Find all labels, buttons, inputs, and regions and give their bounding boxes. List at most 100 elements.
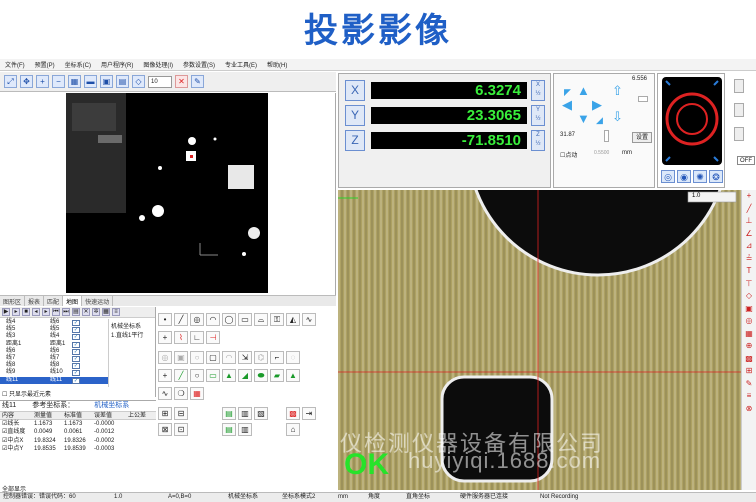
- s-grid4-icon[interactable]: ⊡: [174, 423, 188, 436]
- checkbox[interactable]: ✓: [72, 341, 80, 348]
- checkbox[interactable]: ✓: [72, 348, 80, 355]
- tab-report[interactable]: 报表: [25, 296, 45, 306]
- axis-z-half-button[interactable]: Z½: [531, 130, 545, 151]
- table-icon[interactable]: ▦: [102, 308, 110, 316]
- move-icon[interactable]: ✥: [20, 75, 33, 88]
- z-down-icon[interactable]: ⇩: [612, 110, 623, 123]
- curve-tool-icon[interactable]: ∿: [302, 313, 316, 326]
- g-rect-icon[interactable]: ▭: [206, 369, 220, 382]
- v-tool-icon[interactable]: ⊿: [742, 240, 756, 253]
- l-tool-icon[interactable]: ∟: [190, 331, 204, 344]
- axis-y-half-button[interactable]: Y½: [531, 105, 545, 126]
- tab-graphics[interactable]: 图形区: [0, 296, 26, 306]
- g-angle-icon[interactable]: ◢: [238, 369, 252, 382]
- speed-slider[interactable]: [638, 96, 648, 102]
- z-slider[interactable]: [604, 130, 609, 142]
- v-tool-icon[interactable]: T: [742, 265, 756, 278]
- open-icon[interactable]: ▤: [116, 75, 129, 88]
- pdf-icon[interactable]: ▥: [238, 423, 252, 436]
- menu-file[interactable]: 文件(F): [5, 60, 25, 69]
- light-slider-mid[interactable]: [734, 103, 744, 117]
- arrow-down-icon[interactable]: ▼: [577, 112, 590, 125]
- wrench-icon[interactable]: ✲: [92, 308, 100, 316]
- list-item[interactable]: 线6 线6 ✓: [0, 348, 108, 355]
- axis-z-zero-button[interactable]: Z: [345, 130, 365, 151]
- v-tool-icon[interactable]: ∠: [742, 228, 756, 241]
- table-export-icon[interactable]: ▤: [222, 423, 236, 436]
- menu-help[interactable]: 帮助(H): [267, 60, 287, 69]
- step-icon[interactable]: ▸: [12, 308, 20, 316]
- s-curve-icon[interactable]: ∿: [158, 387, 172, 400]
- checkbox[interactable]: ✓: [72, 377, 80, 384]
- light-slider-low[interactable]: [734, 127, 744, 141]
- g-tri-icon[interactable]: ▲: [286, 369, 300, 382]
- tab-match[interactable]: 匹配: [44, 296, 64, 306]
- copy-icon[interactable]: ▤: [72, 308, 80, 316]
- zoom-in-icon[interactable]: +: [36, 75, 49, 88]
- next-icon[interactable]: ▸: [42, 308, 50, 316]
- box-fit-icon[interactable]: ▣: [174, 351, 188, 364]
- excel-icon[interactable]: ▤: [222, 407, 236, 420]
- g-point-icon[interactable]: +: [158, 369, 172, 382]
- dist-fit-icon[interactable]: ⇲: [238, 351, 252, 364]
- z-up-icon[interactable]: ⇧: [612, 84, 623, 97]
- v-tool-icon[interactable]: ⊤: [742, 278, 756, 291]
- prev-icon[interactable]: ◂: [32, 308, 40, 316]
- slot-tool-icon[interactable]: ⌓: [254, 313, 268, 326]
- s-blob-icon[interactable]: ❍: [174, 387, 188, 400]
- v-tool-icon[interactable]: +: [742, 190, 756, 203]
- fit-icon[interactable]: ⤢: [4, 75, 17, 88]
- arrow-up-icon[interactable]: ▲: [577, 84, 590, 97]
- s-grid1-icon[interactable]: ⊞: [158, 407, 172, 420]
- s-report-icon[interactable]: ▦: [190, 387, 204, 400]
- menu-image[interactable]: 图像处理(I): [143, 60, 173, 69]
- ring-sector-icon[interactable]: ✺: [693, 170, 707, 183]
- round-fit-icon[interactable]: ○: [190, 351, 204, 364]
- save-icon[interactable]: ▣: [100, 75, 113, 88]
- list-item[interactable]: 线3 线4 ✓: [0, 333, 108, 341]
- s-grid2-icon[interactable]: ⊟: [174, 407, 188, 420]
- last-icon[interactable]: ⏭: [62, 308, 70, 316]
- checkbox[interactable]: ✓: [72, 334, 80, 341]
- list-item[interactable]: 线9 线10 ✓: [0, 369, 108, 377]
- export-icon[interactable]: ⇥: [302, 407, 316, 420]
- line-tool-icon[interactable]: ╱: [174, 313, 188, 326]
- only-nearest-checkbox[interactable]: ☐ 只显示最近元素: [2, 389, 51, 398]
- table-row[interactable]: ☑线长 1.1673 1.1673 -0.0000: [0, 420, 156, 429]
- arrow-left-icon[interactable]: ◀: [562, 98, 572, 111]
- close-icon[interactable]: ✕: [175, 75, 188, 88]
- rect-fit-icon[interactable]: ▢: [206, 351, 220, 364]
- arrow-ul-icon[interactable]: ◤: [564, 86, 571, 99]
- ruler-icon[interactable]: ▬: [84, 75, 97, 88]
- arc-tool-icon[interactable]: ◠: [206, 313, 220, 326]
- table-row[interactable]: ☑直线度 0.0049 0.0061 -0.0012: [0, 428, 156, 437]
- v-tool-icon[interactable]: ⊞: [742, 365, 756, 378]
- v-tool-icon[interactable]: ◎: [742, 315, 756, 328]
- print-icon[interactable]: ▧: [254, 407, 268, 420]
- list-icon[interactable]: ≡: [112, 308, 120, 316]
- lens-zoom-select[interactable]: 1.0: [692, 193, 700, 199]
- ring-quad-icon[interactable]: ❂: [709, 170, 723, 183]
- arrow-dr-icon[interactable]: ◢: [596, 114, 603, 127]
- grid-icon[interactable]: ▦: [68, 75, 81, 88]
- setup-button[interactable]: 设置: [632, 132, 652, 143]
- ring-light-view[interactable]: [662, 77, 722, 165]
- camera-view[interactable]: 1.0 OK 广东厚仪检测仪器设备有限公司 huyiyiqi.1688.com: [338, 190, 741, 490]
- ring-inner-icon[interactable]: ◉: [677, 170, 691, 183]
- v-tool-icon[interactable]: ▦: [742, 328, 756, 341]
- erase-icon[interactable]: ◇: [132, 75, 145, 88]
- table-row[interactable]: ☑中点Y 19.8535 19.8539 -0.0003: [0, 445, 156, 454]
- angle-tool-icon[interactable]: ◭: [286, 313, 300, 326]
- height-tool-icon[interactable]: ⊣: [206, 331, 220, 344]
- menu-preset[interactable]: 预置(P): [35, 60, 55, 69]
- angle-fit-icon[interactable]: ⌬: [254, 351, 268, 364]
- menu-params[interactable]: 参数设置(S): [183, 60, 215, 69]
- tab-quickmove[interactable]: 快速运动: [82, 296, 114, 306]
- delete-icon[interactable]: ✕: [82, 308, 90, 316]
- peak-tool-icon[interactable]: ⌇: [174, 331, 188, 344]
- zoom-select[interactable]: 10: [148, 75, 172, 88]
- play-icon[interactable]: ▶: [2, 308, 10, 316]
- v-tool-icon[interactable]: ✎: [742, 378, 756, 391]
- checkbox[interactable]: ✓: [72, 320, 80, 326]
- arrow-right-icon[interactable]: ▶: [592, 98, 602, 111]
